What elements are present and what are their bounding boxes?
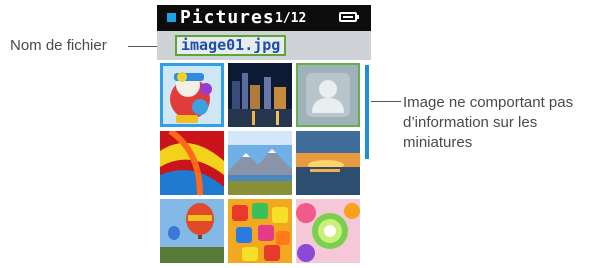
image-counter: 1/12	[275, 11, 307, 26]
person-silhouette-icon	[306, 73, 350, 117]
thumb-city-night[interactable]	[228, 63, 292, 127]
thumb-no-preview[interactable]	[296, 63, 360, 127]
filename-bar: image01.jpg	[157, 31, 371, 60]
thumb-lollipops[interactable]	[296, 199, 360, 263]
battery-icon	[339, 12, 359, 22]
thumb-candy[interactable]	[228, 199, 292, 263]
scrollbar[interactable]	[363, 60, 371, 268]
filename-display: image01.jpg	[175, 35, 287, 56]
callout-no-thumbnail-label: Image ne comportant pas d’information su…	[403, 94, 574, 151]
screen-title: Pictures	[180, 7, 275, 28]
device-screen: Pictures 1/12 image01.jpg	[157, 5, 371, 268]
thumb-mountain-lake[interactable]	[228, 131, 292, 195]
thumb-hot-air-balloons[interactable]	[160, 199, 224, 263]
scrollbar-thumb[interactable]	[365, 65, 369, 159]
status-bar: Pictures 1/12	[157, 5, 371, 31]
thumb-red-feathers[interactable]	[160, 131, 224, 195]
callout-filename-label: Nom de fichier	[10, 37, 107, 54]
folder-indicator-icon	[167, 13, 176, 22]
thumb-sunset-sea[interactable]	[296, 131, 360, 195]
thumb-clown-toy[interactable]	[160, 63, 224, 127]
thumbnail-grid	[157, 60, 371, 268]
